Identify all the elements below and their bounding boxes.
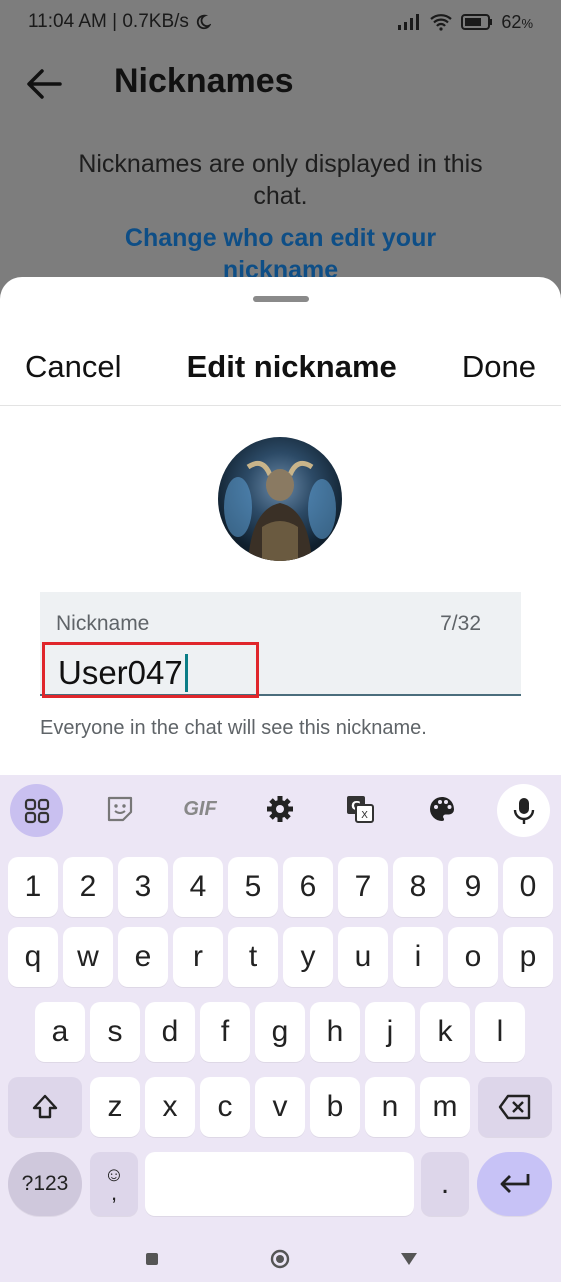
sheet-title: Edit nickname (186, 349, 397, 384)
emoji-comma-key[interactable]: ☺ , (90, 1152, 138, 1216)
settings-icon (267, 796, 293, 822)
palette-icon (430, 797, 454, 821)
recents-button[interactable] (144, 1251, 160, 1267)
theme-button[interactable] (420, 775, 464, 843)
input-highlight-box (42, 642, 259, 698)
sticker-button[interactable] (96, 775, 144, 843)
backspace-key[interactable] (478, 1077, 552, 1137)
cancel-button[interactable]: Cancel (25, 349, 122, 385)
key-2[interactable]: 2 (63, 857, 113, 917)
key-p[interactable]: p (503, 927, 553, 987)
key-5[interactable]: 5 (228, 857, 278, 917)
space-bar[interactable] (145, 1152, 414, 1216)
key-o[interactable]: o (448, 927, 498, 987)
keyboard: GIF GX 1 2 3 4 5 6 7 8 9 0 q w e r t y u… (0, 775, 561, 1282)
header-divider (0, 405, 561, 406)
helper-text: Everyone in the chat will see this nickn… (40, 717, 427, 739)
key-q[interactable]: q (8, 927, 58, 987)
key-d[interactable]: d (145, 1002, 195, 1062)
key-v[interactable]: v (255, 1077, 305, 1137)
back-nav-button[interactable] (400, 1251, 418, 1267)
key-b[interactable]: b (310, 1077, 360, 1137)
home-button[interactable] (270, 1249, 290, 1269)
sheet-grabber[interactable] (253, 296, 309, 302)
page-title: Nicknames (114, 62, 294, 100)
gif-button[interactable]: GIF (172, 775, 228, 843)
key-4[interactable]: 4 (173, 857, 223, 917)
character-counter: 7/32 (440, 612, 481, 635)
key-x[interactable]: x (145, 1077, 195, 1137)
voice-input-button[interactable] (497, 784, 550, 837)
key-n[interactable]: n (365, 1077, 415, 1137)
background-header: Nicknames (0, 44, 561, 124)
moon-icon (196, 14, 211, 30)
key-7[interactable]: 7 (338, 857, 388, 917)
key-f[interactable]: f (200, 1002, 250, 1062)
key-6[interactable]: 6 (283, 857, 333, 917)
key-i[interactable]: i (393, 927, 443, 987)
enter-key[interactable] (477, 1152, 552, 1216)
key-s[interactable]: s (90, 1002, 140, 1062)
signal-icon (398, 14, 420, 30)
translate-button[interactable]: GX (338, 775, 382, 843)
wifi-icon (430, 14, 453, 31)
key-1[interactable]: 1 (8, 857, 58, 917)
key-z[interactable]: z (90, 1077, 140, 1137)
done-button[interactable]: Done (462, 349, 536, 385)
key-g[interactable]: g (255, 1002, 305, 1062)
battery-level: 62% (501, 11, 533, 32)
enter-icon (500, 1174, 529, 1193)
key-l[interactable]: l (475, 1002, 525, 1062)
key-t[interactable]: t (228, 927, 278, 987)
mic-icon (513, 797, 534, 824)
key-k[interactable]: k (420, 1002, 470, 1062)
key-w[interactable]: w (63, 927, 113, 987)
backspace-icon (498, 1094, 531, 1120)
key-r[interactable]: r (173, 927, 223, 987)
sticker-icon (107, 796, 133, 822)
period-key[interactable]: . (421, 1152, 469, 1216)
key-a[interactable]: a (35, 1002, 85, 1062)
key-0[interactable]: 0 (503, 857, 553, 917)
key-j[interactable]: j (365, 1002, 415, 1062)
nickname-field-label: Nickname (56, 612, 150, 635)
shift-key[interactable] (8, 1077, 82, 1137)
status-bar: 11:04 AM | 0.7KB/s 62% (0, 0, 561, 44)
nickname-info-text: Nicknames are only displayed in this cha… (78, 150, 483, 210)
key-9[interactable]: 9 (448, 857, 498, 917)
symbols-key[interactable]: ?123 (8, 1152, 82, 1216)
key-c[interactable]: c (200, 1077, 250, 1137)
edit-nickname-sheet: Cancel Edit nickname Done Nickname 7/32 … (0, 277, 561, 777)
sheet-header: Cancel Edit nickname Done (0, 337, 561, 397)
back-button[interactable] (24, 64, 64, 104)
shift-icon (32, 1094, 58, 1119)
keyboard-settings-button[interactable] (258, 775, 302, 843)
key-3[interactable]: 3 (118, 857, 168, 917)
key-8[interactable]: 8 (393, 857, 443, 917)
key-h[interactable]: h (310, 1002, 360, 1062)
system-navigation-bar (0, 1235, 561, 1282)
key-m[interactable]: m (420, 1077, 470, 1137)
svg-text:X: X (361, 810, 368, 821)
status-time: 11:04 AM | 0.7KB/s (28, 11, 189, 32)
avatar (218, 437, 342, 561)
key-e[interactable]: e (118, 927, 168, 987)
translate-icon: GX (347, 796, 374, 823)
arrow-left-icon (27, 69, 62, 99)
keyboard-apps-button[interactable] (10, 784, 63, 837)
comma-label: , (110, 1180, 118, 1205)
apps-icon (24, 798, 49, 823)
key-y[interactable]: y (283, 927, 333, 987)
battery-icon (461, 14, 493, 30)
key-u[interactable]: u (338, 927, 388, 987)
